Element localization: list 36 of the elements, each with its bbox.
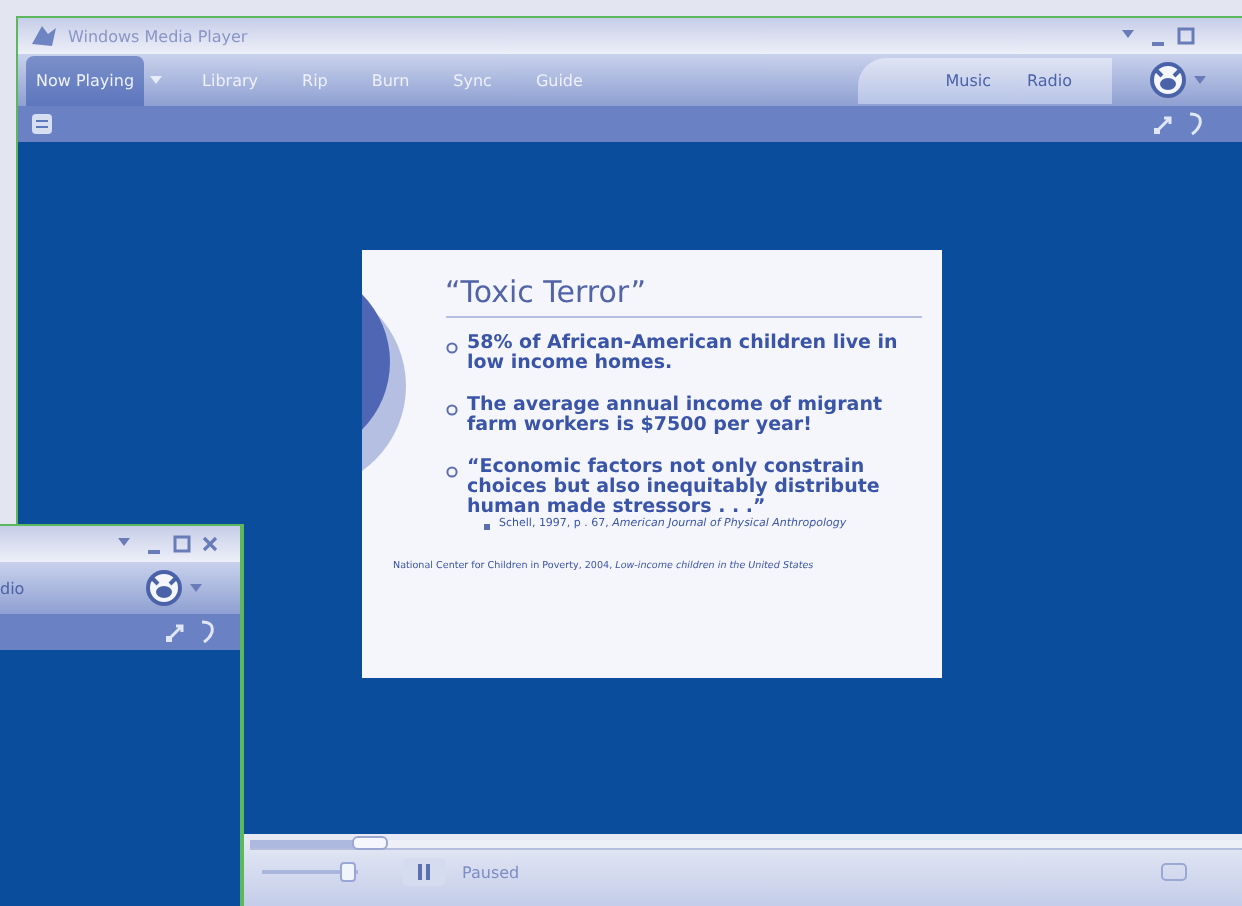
seek-thumb[interactable] [351,836,388,850]
maximize-icon[interactable] [172,534,192,554]
bullet-icon [483,524,491,532]
bullet-icon [445,342,457,354]
caret-icon[interactable] [1192,72,1208,88]
fullscreen-icon[interactable] [164,620,188,644]
maximize-icon[interactable] [1176,26,1196,46]
app-icon [30,22,58,50]
close-icon[interactable] [200,534,220,554]
caret-icon[interactable] [188,580,204,596]
seek-bar[interactable] [250,840,1242,850]
tab[interactable]: Guide [513,55,605,105]
caret-icon[interactable] [148,72,165,88]
service-tab[interactable]: Music [945,71,992,89]
tab[interactable]: Sync [431,55,514,105]
volume-thumb[interactable] [340,862,357,882]
status-text: Paused [462,863,520,881]
playlist-icon[interactable] [30,112,54,136]
tab[interactable]: Library [180,55,281,105]
bullet-text: The average annual income of migrant farm workers is $7500 per year! [467,396,885,436]
pause-button[interactable] [402,858,446,886]
service-tab[interactable]: dio [0,579,25,597]
tab[interactable]: Rip [280,55,350,105]
cat-face-icon[interactable] [144,568,184,608]
fullscreen-icon[interactable] [1152,112,1176,136]
window-title: Windows Media Player [68,27,248,45]
mini-player-icon[interactable] [1160,860,1188,884]
bullet-text: 58% of African-American children live in low income homes. [467,334,900,374]
service-tab[interactable]: Radio [1027,71,1072,89]
tab[interactable]: Now Playing [26,55,145,105]
bullet-icon [445,466,457,478]
slide-title: “Toxic Terror” [445,274,648,310]
tab[interactable]: Burn [349,55,432,105]
cat-face-icon[interactable] [1148,60,1188,100]
bullet-text: “Economic factors not only constrain choices but also inequitably distribute human made stressors . . .” [467,458,882,518]
bullet-icon [445,404,457,416]
